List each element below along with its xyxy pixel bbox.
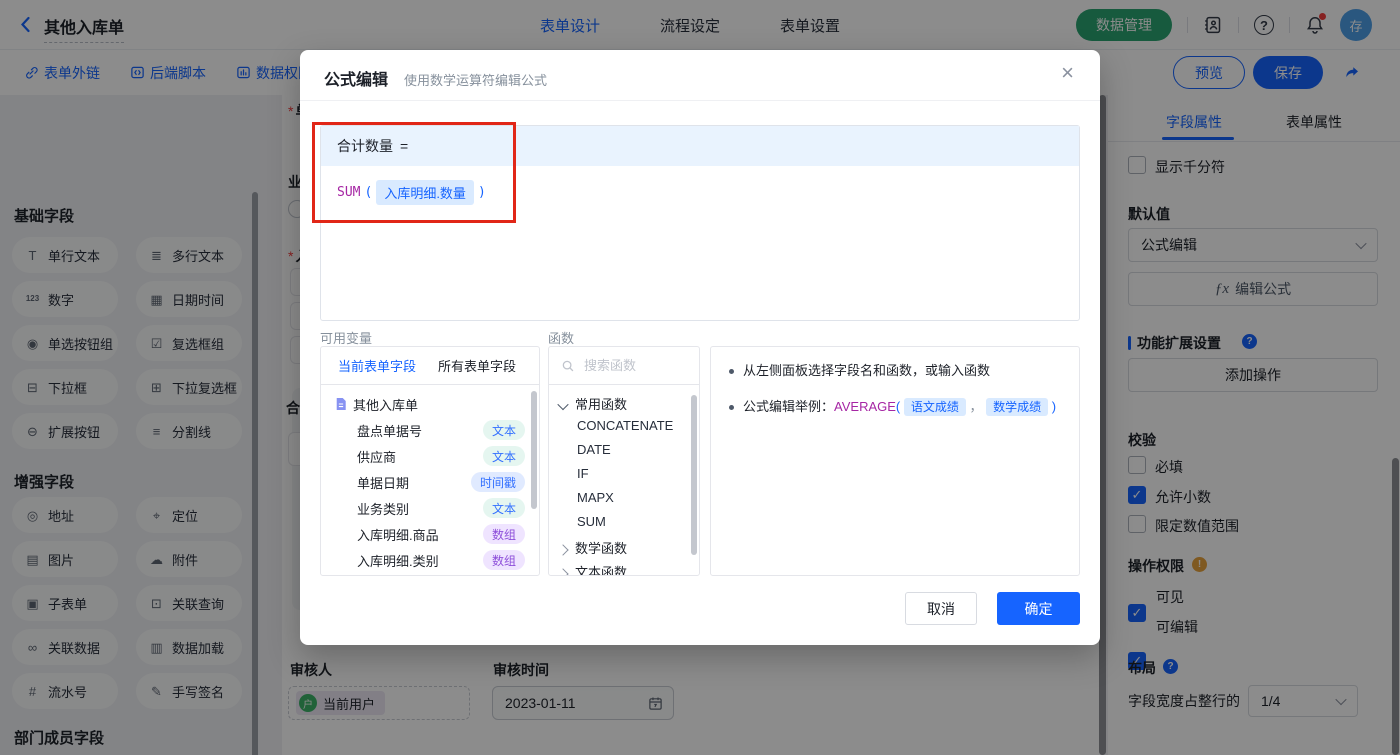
function-item[interactable]: IF — [577, 466, 589, 481]
chevron-right-icon[interactable] — [557, 541, 569, 559]
bullet-icon — [729, 369, 734, 374]
functions-scrollbar[interactable] — [691, 395, 697, 555]
example-field-chip: 语文成绩 — [903, 398, 966, 416]
example-function-name: AVERAGE — [834, 399, 896, 414]
type-badge: 文本 — [482, 420, 525, 440]
app-window: 其他入库单 表单设计 流程设定 表单设置 数据管理 ? 存 表单外链 后端脚本 … — [0, 0, 1400, 755]
variable-tree-root[interactable]: 其他入库单 — [321, 391, 539, 417]
cancel-button[interactable]: 取消 — [905, 592, 977, 625]
functions-section-label: 函数 — [548, 331, 575, 346]
close-icon[interactable]: × — [1061, 62, 1074, 84]
variable-row[interactable]: 供应商 文本 — [321, 443, 539, 469]
function-search-input[interactable] — [582, 357, 686, 374]
tip-text: 从左侧面板选择字段名和函数，或输入函数 — [743, 363, 991, 378]
tab-all-form-fields[interactable]: 所有表单字段 — [438, 356, 516, 375]
type-badge: 数组 — [482, 524, 525, 544]
function-item[interactable]: SUM — [577, 514, 606, 529]
variables-scrollbar[interactable] — [531, 391, 537, 509]
annotation-highlight-box — [312, 122, 516, 223]
tips-panel: 从左侧面板选择字段名和函数，或输入函数 公式编辑举例：AVERAGE( 语文成绩… — [710, 346, 1080, 576]
variable-row[interactable]: 入库明细.类别 数组 — [321, 547, 539, 573]
variables-panel: 当前表单字段 所有表单字段 其他入库单 盘点单据号 文本 供应商 文本 单据日期 时间… — [320, 346, 540, 576]
function-item[interactable]: DATE — [577, 442, 611, 457]
function-group-math[interactable]: 数学函数 — [575, 538, 627, 557]
chevron-down-icon[interactable] — [557, 397, 569, 415]
tab-current-form-fields[interactable]: 当前表单字段 — [338, 356, 416, 375]
function-item[interactable]: MAPX — [577, 490, 614, 505]
search-icon — [562, 360, 574, 371]
chevron-right-icon[interactable] — [557, 565, 569, 575]
function-group-common[interactable]: 常用函数 — [575, 394, 627, 413]
variable-root-label: 其他入库单 — [353, 397, 419, 413]
variable-row[interactable]: 业务类别 文本 — [321, 495, 539, 521]
tip-example: 公式编辑举例：AVERAGE( 语文成绩 ， 数学成绩 ) — [743, 398, 1057, 416]
type-badge: 文本 — [482, 446, 525, 466]
function-search-row — [549, 347, 699, 385]
type-badge: 时间戳 — [470, 472, 525, 492]
bullet-icon — [729, 405, 734, 410]
variables-section-label: 可用变量 — [320, 331, 373, 346]
tip-item: 从左侧面板选择字段名和函数，或输入函数 — [729, 361, 1061, 381]
variable-row[interactable]: 单据日期 时间戳 — [321, 469, 539, 495]
variable-row[interactable]: 入库明细.商品 数组 — [321, 521, 539, 547]
modal-title: 公式编辑 — [324, 72, 389, 89]
example-field-chip: 数学成绩 — [986, 398, 1049, 416]
confirm-button[interactable]: 确定 — [997, 592, 1080, 625]
function-item[interactable]: CONCATENATE — [577, 418, 673, 433]
type-badge: 文本 — [482, 498, 525, 518]
functions-panel: 常用函数 CONCATENATE DATE IF MAPX SUM 数学函数 文… — [548, 346, 700, 576]
type-badge: 数组 — [482, 550, 525, 570]
form-doc-icon — [336, 398, 346, 410]
divider — [300, 100, 1100, 101]
variable-row[interactable]: 盘点单据号 文本 — [321, 417, 539, 443]
variables-tabs: 当前表单字段 所有表单字段 — [321, 347, 539, 385]
modal-subtitle: 使用数学运算符编辑公式 — [404, 73, 548, 88]
tip-item: 公式编辑举例：AVERAGE( 语文成绩 ， 数学成绩 ) — [729, 397, 1061, 417]
function-group-text[interactable]: 文本函数 — [575, 562, 627, 575]
